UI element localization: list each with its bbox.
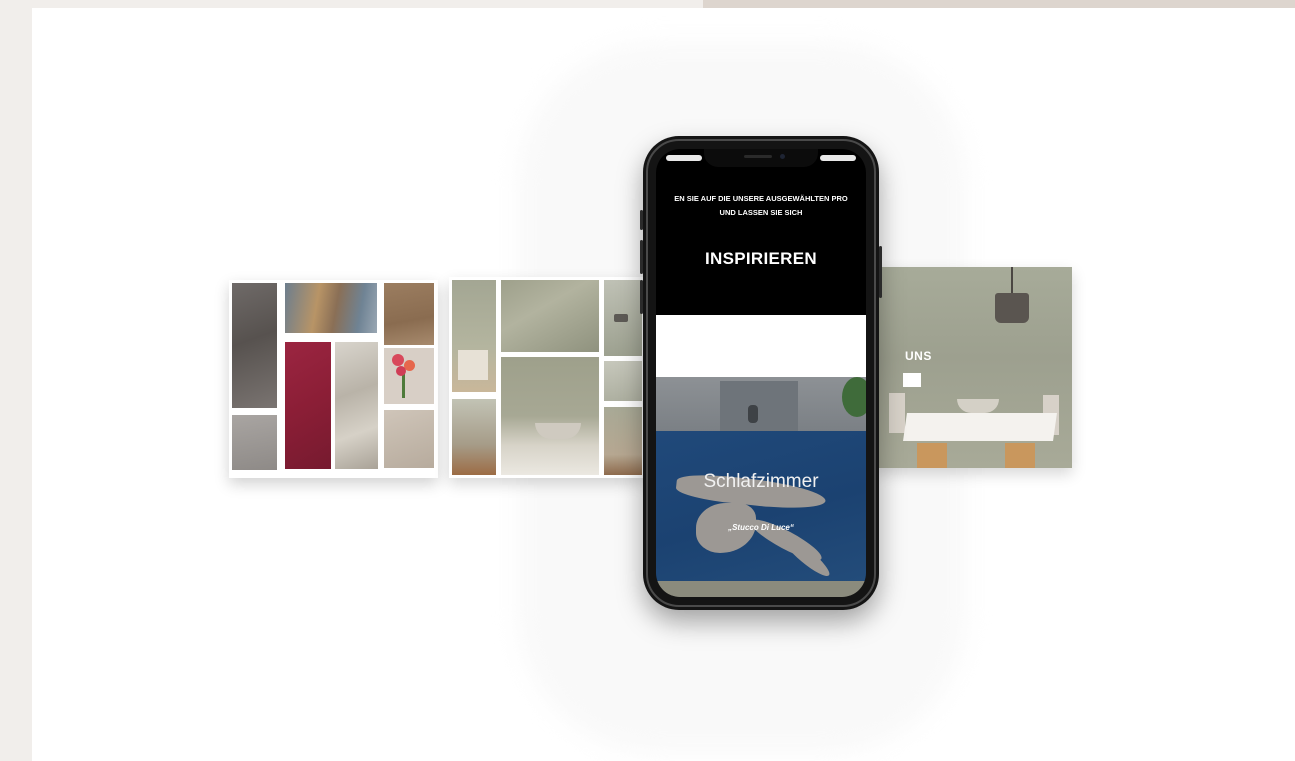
chair-left — [889, 393, 905, 433]
bottom-image-strip — [656, 581, 866, 597]
phone-side-button — [640, 280, 643, 314]
white-banner — [656, 315, 866, 377]
room-image-strip[interactable] — [656, 377, 866, 431]
lamp-shape — [614, 314, 628, 322]
collage-left[interactable] — [229, 280, 438, 478]
chair-front-right — [1005, 443, 1035, 468]
lamp-wire — [1011, 267, 1013, 295]
preview-label: UNS — [905, 349, 932, 363]
camera-icon — [780, 154, 785, 159]
tile-room-kitchen — [604, 361, 642, 401]
status-bar-left — [666, 155, 702, 161]
vase-icon — [748, 405, 758, 423]
speaker-icon — [744, 155, 772, 158]
preview-button[interactable] — [903, 373, 921, 387]
phone-screen[interactable]: EN SIE AUF DIE UNSERE AUSGEWÄHLTEN PRO U… — [656, 149, 866, 597]
phone-notch — [704, 149, 818, 167]
bowl-shape — [535, 423, 581, 439]
collage-middle[interactable] — [449, 277, 645, 478]
tile-warm-brown-plaster — [384, 283, 434, 345]
chair-shape — [458, 350, 488, 380]
phone-power-button — [879, 246, 882, 298]
pendant-lamp-icon — [995, 293, 1029, 323]
marble-vein — [778, 531, 834, 581]
tile-beige-plaster — [384, 410, 434, 468]
tile-grey-plaster — [232, 415, 277, 470]
bedroom-card[interactable]: Schlafzimmer „Stucco Di Luce“ — [656, 431, 866, 581]
tile-green-marble-wall — [501, 280, 599, 352]
tile-table-bowl — [501, 357, 599, 475]
flower-blossom — [396, 366, 406, 376]
inspire-heading: INSPIRIEREN — [705, 249, 817, 268]
card-subtitle: „Stucco Di Luce“ — [728, 523, 794, 532]
card-title: Schlafzimmer — [703, 471, 819, 492]
dining-table — [903, 413, 1057, 441]
tile-red-velvet — [285, 342, 331, 469]
tile-room-dining-left — [452, 280, 496, 392]
tile-flowers-vase — [384, 348, 434, 404]
promo-text-line-1: EN SIE AUF DIE UNSERE AUSGEWÄHLTEN PRO — [674, 194, 848, 203]
tile-room-floor — [452, 399, 496, 475]
top-band — [703, 0, 1295, 8]
phone-side-button — [640, 240, 643, 274]
tile-room-lamp — [604, 280, 642, 356]
wall-panel — [720, 381, 798, 431]
tile-rusty-slate — [285, 283, 377, 333]
phone-mockup: EN SIE AUF DIE UNSERE AUSGEWÄHLTEN PRO U… — [640, 136, 882, 610]
promo-text-line-2: UND LASSEN SIE SICH — [719, 208, 803, 217]
page-canvas: UNS EN SIE AUF DIE UNSERE AUSGEWÄHLTEN P… — [32, 8, 1295, 761]
chair-front-left — [917, 443, 947, 468]
fruit-bowl — [957, 399, 999, 413]
tile-pale-marble — [335, 342, 378, 469]
plant-icon — [842, 377, 866, 417]
room-preview-right[interactable]: UNS — [875, 267, 1072, 468]
phone-side-button — [640, 210, 643, 230]
tile-dark-textured-plaster — [232, 283, 277, 408]
flower-blossom — [392, 354, 404, 366]
tile-room-corner — [604, 407, 642, 475]
status-bar-right — [820, 155, 856, 161]
